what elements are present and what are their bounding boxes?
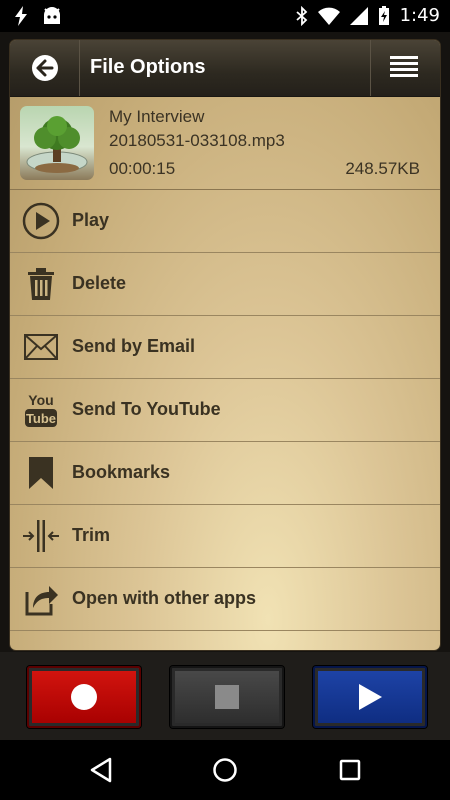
header-bar: File Options xyxy=(10,40,440,97)
option-open-with-other-apps[interactable]: Open with other apps xyxy=(10,568,440,631)
status-bar: 1:49 xyxy=(0,0,450,32)
header-divider xyxy=(370,40,371,96)
option-delete[interactable]: Delete xyxy=(10,253,440,316)
trash-icon xyxy=(22,266,60,302)
file-duration: 00:00:15 xyxy=(109,159,176,178)
option-bookmarks[interactable]: Bookmarks xyxy=(10,442,440,505)
file-options-panel: File Options My Interview 20180531-03310… xyxy=(10,40,440,650)
play-button[interactable] xyxy=(313,666,427,728)
option-send-to-youtube[interactable]: You Tube Send To YouTube xyxy=(10,379,440,442)
youtube-icon-text-bottom: Tube xyxy=(26,411,56,426)
option-send-by-email[interactable]: Send by Email xyxy=(10,316,440,379)
file-size: 248.57KB xyxy=(345,159,420,178)
navigation-bar xyxy=(0,740,450,800)
file-filename: 20180531-033108.mp3 xyxy=(109,131,285,150)
option-label: Delete xyxy=(72,273,127,293)
recorder-controls xyxy=(0,652,450,740)
wifi-icon xyxy=(317,7,340,25)
option-play[interactable]: Play xyxy=(10,190,440,253)
back-button[interactable] xyxy=(20,48,70,88)
file-title: My Interview xyxy=(109,107,205,126)
bookmark-icon xyxy=(22,455,60,491)
youtube-icon: You Tube xyxy=(22,392,60,428)
android-icon xyxy=(44,7,60,24)
envelope-icon xyxy=(22,329,60,365)
option-label: Send To YouTube xyxy=(72,399,221,419)
youtube-icon-text-top: You xyxy=(28,392,53,408)
menu-button[interactable] xyxy=(376,48,432,88)
option-label: Play xyxy=(72,210,110,230)
trim-icon xyxy=(22,518,60,554)
back-nav-icon xyxy=(90,757,112,783)
share-icon xyxy=(22,581,60,617)
option-label: Send by Email xyxy=(72,336,196,356)
header-divider xyxy=(79,40,80,96)
record-button[interactable] xyxy=(27,666,141,728)
tree-thumbnail-icon xyxy=(26,116,88,173)
stop-button[interactable] xyxy=(170,666,284,728)
record-icon xyxy=(71,684,97,710)
play-icon xyxy=(359,684,382,710)
options-list: Play Delete Send by Email You Tube Send … xyxy=(10,190,440,631)
page-title: File Options xyxy=(90,56,206,78)
home-nav-icon xyxy=(213,758,237,782)
status-time: 1:49 xyxy=(399,5,440,26)
stop-icon xyxy=(215,685,239,709)
signal-icon xyxy=(349,6,368,25)
play-circle-icon xyxy=(22,202,60,240)
option-label: Trim xyxy=(72,525,111,545)
nav-back-button[interactable] xyxy=(86,755,116,785)
back-arrow-icon xyxy=(32,55,58,81)
option-label: Open with other apps xyxy=(72,588,257,608)
option-trim[interactable]: Trim xyxy=(10,505,440,568)
option-label: Bookmarks xyxy=(72,462,171,482)
file-info: My Interview 20180531-033108.mp3 00:00:1… xyxy=(10,97,440,190)
battery-icon xyxy=(378,5,389,25)
nav-recents-button[interactable] xyxy=(335,755,365,785)
menu-icon xyxy=(390,56,418,77)
file-thumbnail xyxy=(20,106,94,180)
recents-nav-icon xyxy=(339,759,361,781)
flash-icon xyxy=(15,6,27,26)
nav-home-button[interactable] xyxy=(210,755,240,785)
bluetooth-icon xyxy=(295,5,307,26)
